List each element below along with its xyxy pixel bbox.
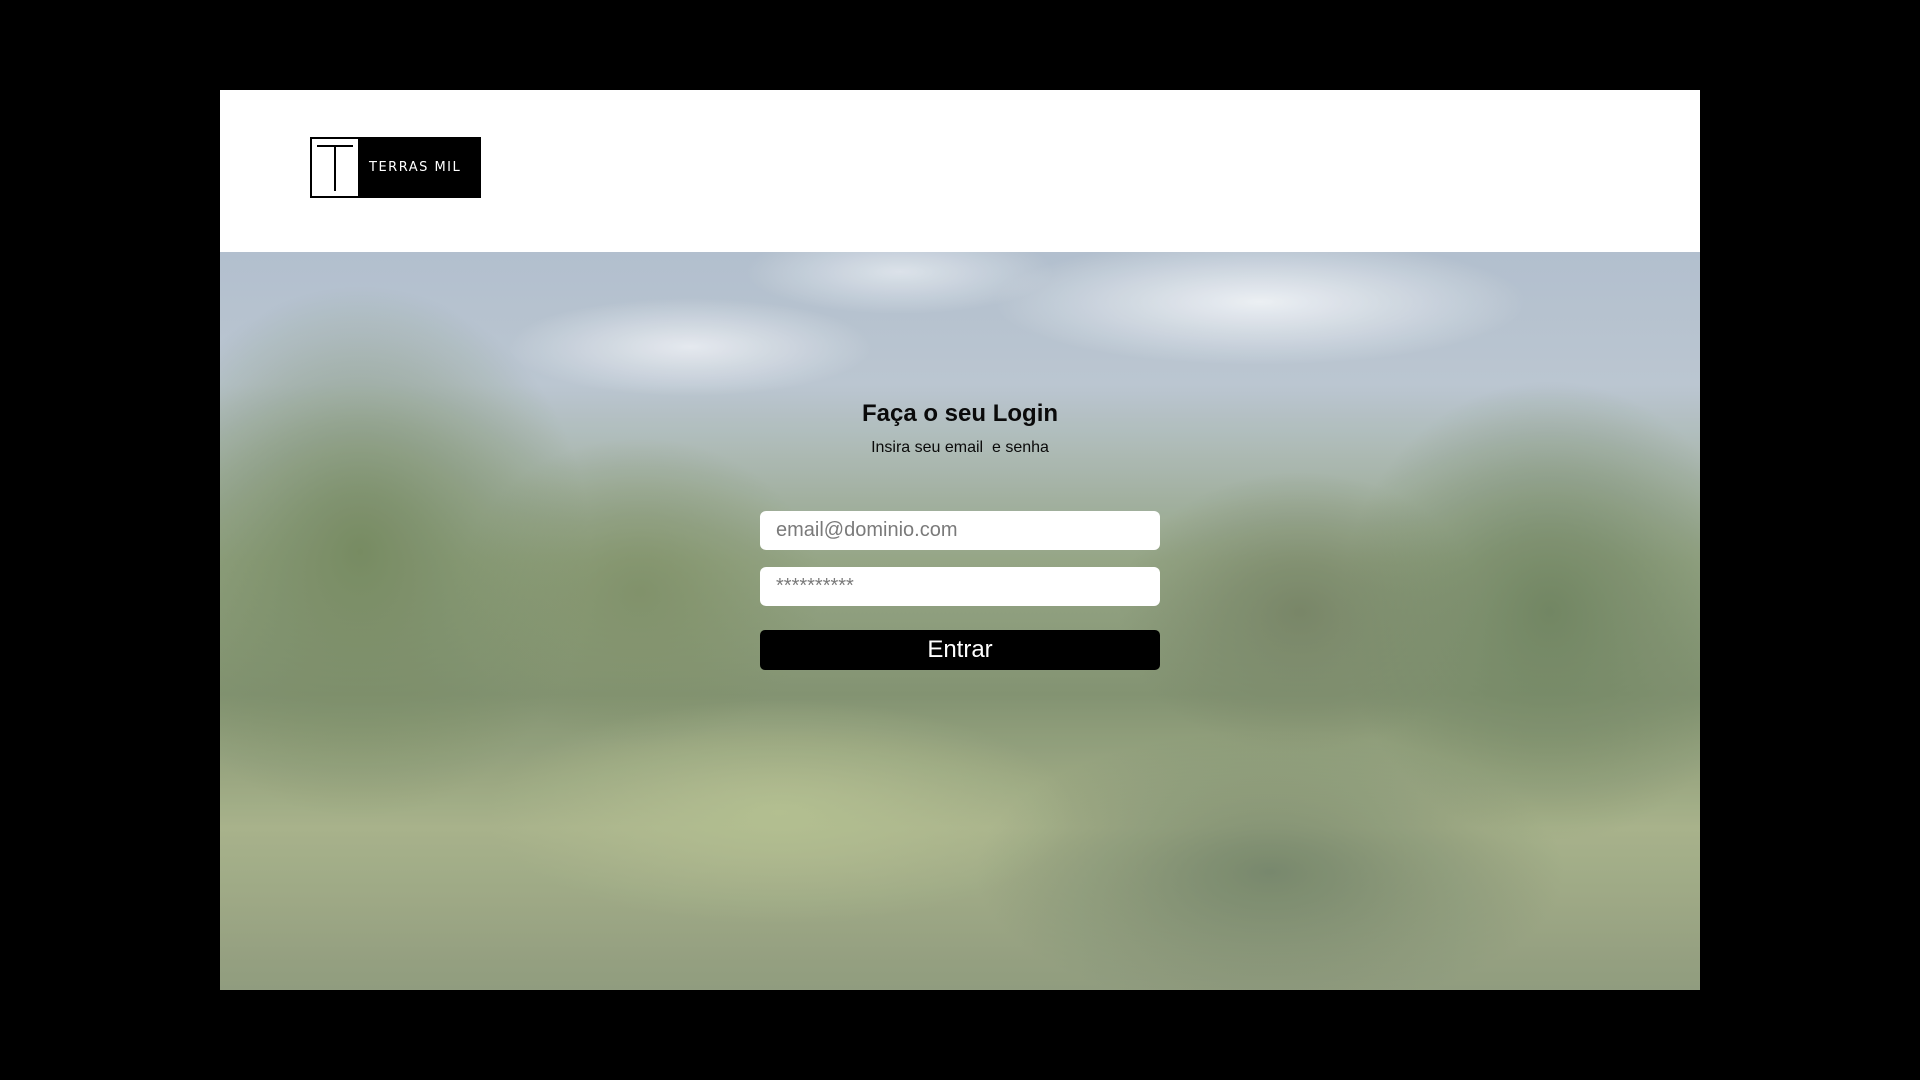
terras-mil-logo: TERRAS MIL	[310, 137, 481, 198]
logo-t-mark	[312, 139, 358, 196]
login-subtitle: Insira seu email e senha	[871, 439, 1049, 456]
header: TERRAS MIL	[220, 90, 1700, 252]
login-title: Faça o seu Login	[861, 400, 1059, 427]
password-field[interactable]	[760, 567, 1160, 606]
vineyard-background-image: Faça o seu Login Insira seu email e senh…	[220, 252, 1700, 990]
app-frame: TERRAS MIL Faça o seu Login Insira seu e…	[220, 90, 1700, 990]
logo-text: TERRAS MIL	[369, 160, 462, 175]
enter-button[interactable]: Entrar	[760, 630, 1160, 670]
email-field[interactable]	[760, 511, 1160, 550]
logo-t-stem	[334, 145, 336, 191]
